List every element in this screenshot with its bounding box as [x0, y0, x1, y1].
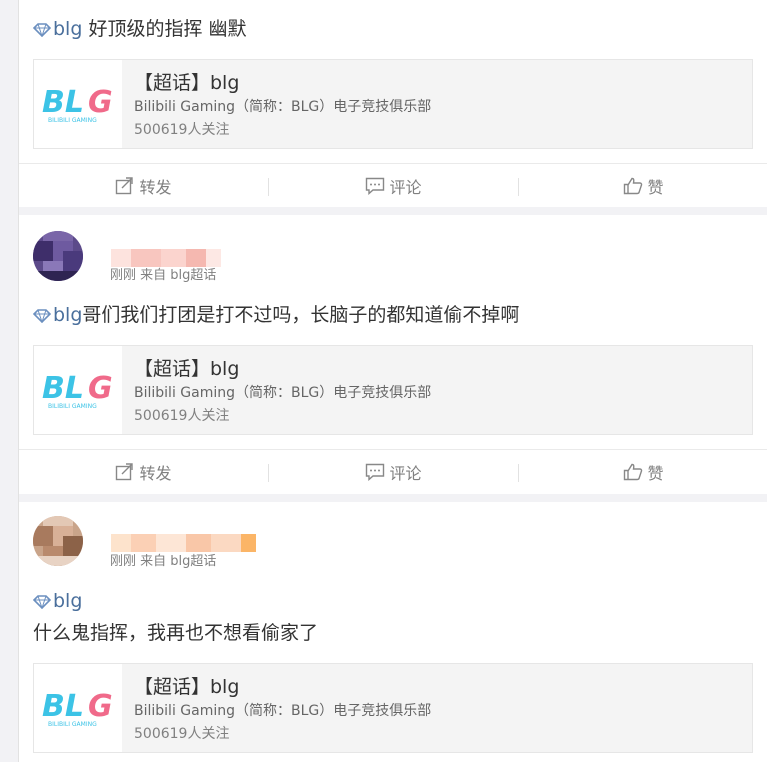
topic-link[interactable]: blg	[33, 590, 82, 612]
like-icon	[624, 177, 643, 195]
topic-link[interactable]: blg	[33, 18, 82, 40]
like-label: 赞	[647, 464, 664, 483]
repost-label: 转发	[139, 178, 172, 197]
post-card: 刚刚 来自 blg超话 blg哥们我们打团是打不过吗，长脑子的都知道偷不掉啊 B…	[19, 215, 767, 494]
comment-label: 评论	[389, 178, 422, 197]
action-bar: 转发 评论 赞	[19, 163, 767, 208]
post-card: 刚刚 来自 blg超话 blg 什么鬼指挥，我再也不想看偷家了 BL G BIL…	[19, 502, 767, 762]
repost-icon	[116, 177, 134, 195]
topic-share-card[interactable]: BL G BILIBILI GAMING 【超话】blg Bilibili Ga…	[33, 345, 753, 435]
topic-link[interactable]: blg	[33, 304, 82, 326]
repost-button[interactable]: 转发	[19, 164, 268, 208]
like-button[interactable]: 赞	[519, 450, 767, 494]
post-meta[interactable]: 刚刚 来自 blg超话	[110, 264, 216, 283]
share-desc: Bilibili Gaming（简称：BLG）电子竞技俱乐部	[134, 99, 432, 115]
share-title: 【超话】blg	[134, 72, 240, 94]
post-text: blg 好顶级的指挥 幽默	[33, 16, 247, 42]
comment-label: 评论	[389, 464, 422, 483]
repost-icon	[116, 463, 134, 481]
comment-icon	[366, 463, 385, 481]
share-desc: Bilibili Gaming（简称：BLG）电子竞技俱乐部	[134, 385, 432, 401]
topic-share-card[interactable]: BL G BILIBILI GAMING 【超话】blg Bilibili Ga…	[33, 59, 753, 149]
blg-logo: BL G BILIBILI GAMING	[34, 60, 122, 148]
post-card: blg 好顶级的指挥 幽默 BL G BILIBILI GAMING 【超话】b…	[19, 0, 767, 207]
share-desc: Bilibili Gaming（简称：BLG）电子竞技俱乐部	[134, 703, 432, 719]
comment-button[interactable]: 评论	[269, 164, 518, 208]
share-title: 【超话】blg	[134, 358, 240, 380]
post-meta[interactable]: 刚刚 来自 blg超话	[110, 550, 216, 569]
blg-logo-icon: BL G BILIBILI GAMING	[42, 85, 113, 124]
post-body: 好顶级的指挥 幽默	[82, 18, 247, 40]
avatar[interactable]	[33, 231, 83, 281]
svg-text:G: G	[88, 371, 113, 406]
share-followers: 500619人关注	[134, 408, 230, 424]
blg-logo: BL G BILIBILI GAMING	[34, 346, 122, 434]
svg-text:BL: BL	[42, 689, 84, 724]
share-title: 【超话】blg	[134, 676, 240, 698]
repost-label: 转发	[139, 464, 172, 483]
diamond-icon	[33, 309, 51, 323]
svg-text:BILIBILI GAMING: BILIBILI GAMING	[48, 117, 97, 124]
svg-text:G: G	[88, 85, 113, 120]
blg-logo-icon: BL G BILIBILI GAMING	[42, 689, 113, 728]
svg-text:BILIBILI GAMING: BILIBILI GAMING	[48, 403, 97, 410]
avatar[interactable]	[33, 516, 83, 566]
blg-logo-icon: BL G BILIBILI GAMING	[42, 371, 113, 410]
like-label: 赞	[647, 178, 664, 197]
diamond-icon	[33, 595, 51, 609]
blg-logo: BL G BILIBILI GAMING	[34, 664, 122, 752]
left-rail	[0, 0, 19, 762]
action-bar: 转发 评论 赞	[19, 449, 767, 494]
like-button[interactable]: 赞	[519, 164, 767, 208]
repost-button[interactable]: 转发	[19, 450, 268, 494]
like-icon	[624, 463, 643, 481]
post-text: blg哥们我们打团是打不过吗，长脑子的都知道偷不掉啊	[33, 302, 519, 328]
share-followers: 500619人关注	[134, 726, 230, 742]
post-body: 什么鬼指挥，我再也不想看偷家了	[33, 622, 319, 644]
svg-text:BL: BL	[42, 371, 84, 406]
post-body: 哥们我们打团是打不过吗，长脑子的都知道偷不掉啊	[82, 304, 520, 326]
svg-text:BILIBILI GAMING: BILIBILI GAMING	[48, 721, 97, 728]
svg-text:G: G	[88, 689, 113, 724]
topic-share-card[interactable]: BL G BILIBILI GAMING 【超话】blg Bilibili Ga…	[33, 663, 753, 753]
post-text: blg	[33, 588, 82, 614]
share-followers: 500619人关注	[134, 122, 230, 138]
comment-button[interactable]: 评论	[269, 450, 518, 494]
comment-icon	[366, 177, 385, 195]
svg-text:BL: BL	[42, 85, 84, 120]
diamond-icon	[33, 23, 51, 37]
